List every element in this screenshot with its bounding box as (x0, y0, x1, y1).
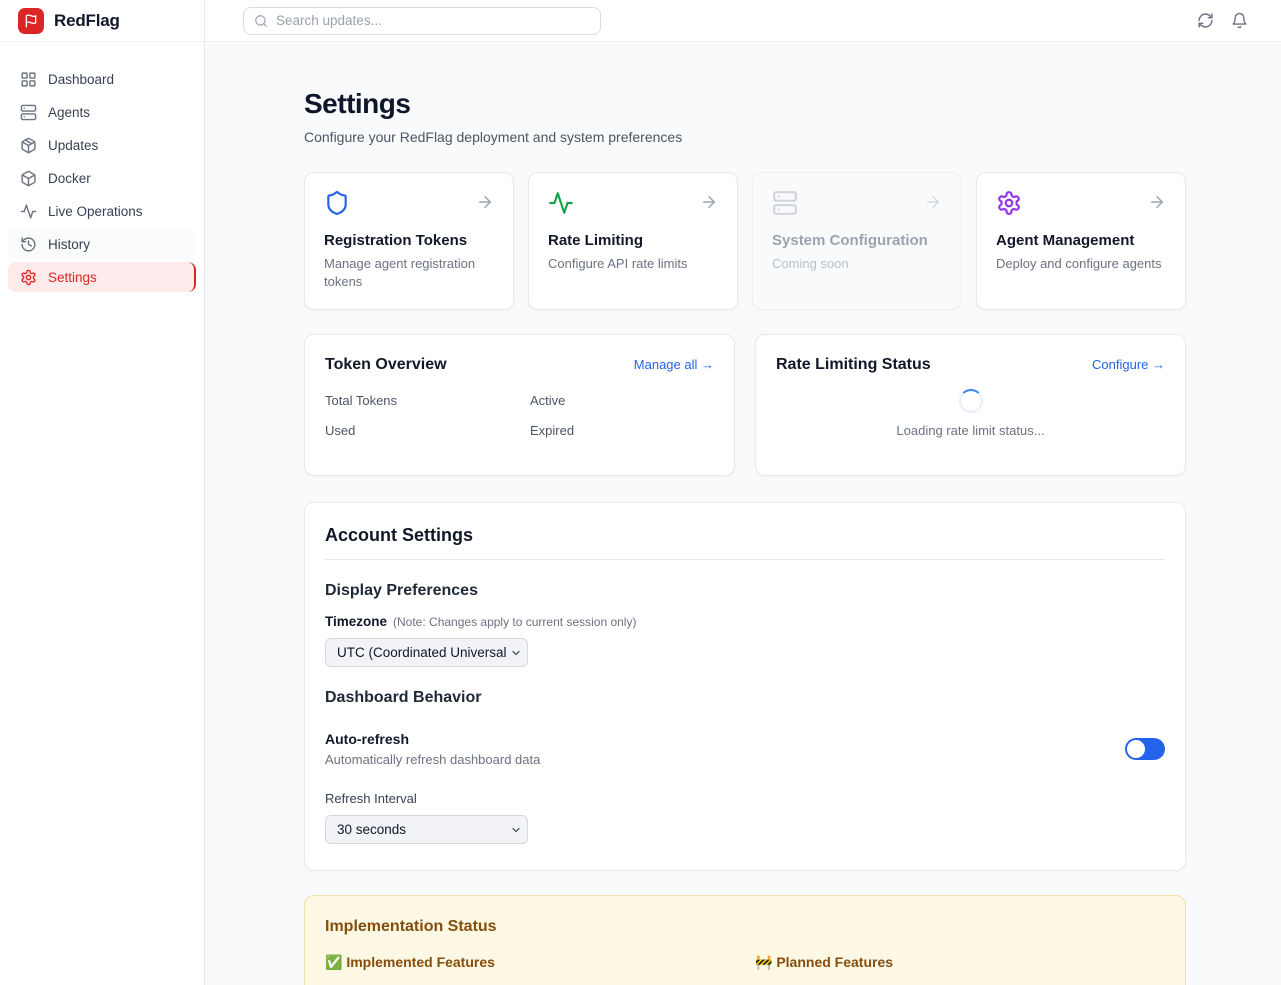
sidebar-item-agents[interactable]: Agents (8, 97, 196, 127)
account-settings-section: Account Settings Display Preferences Tim… (304, 502, 1186, 871)
page-subtitle: Configure your RedFlag deployment and sy… (304, 129, 1186, 145)
manage-all-link[interactable]: Manage all → (634, 357, 714, 372)
flag-icon (24, 14, 38, 28)
app-window: RedFlag Dashboard Agents Updates Docker … (0, 0, 1281, 985)
sidebar-item-label: Live Operations (48, 204, 143, 219)
brand: RedFlag (0, 0, 204, 42)
refresh-interval-select-wrap: 30 seconds (325, 815, 528, 844)
account-settings-title: Account Settings (325, 525, 1165, 560)
sidebar-item-updates[interactable]: Updates (8, 130, 196, 160)
arrow-right-icon (700, 190, 718, 211)
implemented-features-heading: ✅ Implemented Features (325, 954, 735, 971)
card-description: Coming soon (772, 255, 942, 273)
auto-refresh-label: Auto-refresh (325, 731, 540, 747)
sidebar-item-label: History (48, 237, 90, 252)
implementation-status-section: Implementation Status ✅ Implemented Feat… (304, 895, 1186, 985)
card-title: Registration Tokens (324, 232, 494, 249)
implementation-status-title: Implementation Status (325, 918, 1165, 936)
stat-label-used: Used (325, 423, 530, 438)
activity-icon (20, 203, 37, 220)
timezone-select[interactable]: UTC (Coordinated Universal Time) (325, 638, 528, 667)
bell-icon[interactable] (1231, 12, 1248, 29)
toggle-knob (1127, 740, 1145, 758)
sidebar-item-label: Settings (48, 270, 97, 285)
topbar (205, 0, 1281, 42)
box-icon (20, 170, 37, 187)
sidebar-item-docker[interactable]: Docker (8, 163, 196, 193)
card-description: Configure API rate limits (548, 255, 718, 273)
dashboard-behavior-title: Dashboard Behavior (325, 689, 1165, 707)
rate-limiting-status-panel: Rate Limiting Status Configure → Loading… (755, 334, 1186, 476)
package-icon (20, 137, 37, 154)
card-registration-tokens[interactable]: Registration Tokens Manage agent registr… (304, 172, 514, 310)
activity-icon (548, 190, 574, 216)
server-icon (772, 190, 798, 216)
gear-icon (20, 269, 37, 286)
settings-page: Settings Configure your RedFlag deployme… (205, 42, 1281, 985)
auto-refresh-toggle[interactable] (1125, 738, 1165, 760)
card-title: System Configuration (772, 232, 942, 249)
panel-title: Token Overview (325, 356, 447, 374)
main-area: Settings Configure your RedFlag deployme… (205, 0, 1281, 985)
server-icon (20, 104, 37, 121)
token-stats: Total Tokens Active Used Expired (325, 393, 714, 438)
sidebar: RedFlag Dashboard Agents Updates Docker … (0, 0, 205, 985)
search-icon (254, 14, 268, 28)
timezone-note: (Note: Changes apply to current session … (393, 615, 636, 629)
topbar-actions (1197, 12, 1248, 29)
refresh-icon[interactable] (1197, 12, 1214, 29)
history-icon (20, 236, 37, 253)
sidebar-item-label: Dashboard (48, 72, 114, 87)
card-description: Manage agent registration tokens (324, 255, 494, 290)
search-input[interactable] (276, 13, 590, 28)
page-title: Settings (304, 88, 1186, 120)
loading-text: Loading rate limit status... (896, 423, 1044, 438)
panel-title: Rate Limiting Status (776, 356, 931, 374)
token-overview-panel: Token Overview Manage all → Total Tokens… (304, 334, 735, 476)
display-preferences-title: Display Preferences (325, 582, 1165, 600)
sidebar-nav: Dashboard Agents Updates Docker Live Ope… (0, 42, 204, 292)
overview-panels: Token Overview Manage all → Total Tokens… (304, 334, 1186, 476)
planned-features-heading: 🚧 Planned Features (755, 954, 1165, 971)
quick-cards: Registration Tokens Manage agent registr… (304, 172, 1186, 310)
search-box[interactable] (243, 7, 601, 35)
refresh-interval-select[interactable]: 30 seconds (325, 815, 528, 844)
stat-label-total-tokens: Total Tokens (325, 393, 530, 408)
sidebar-item-label: Docker (48, 171, 91, 186)
arrow-right-icon (924, 190, 942, 211)
redflag-logo (18, 8, 44, 34)
planned-features-column: 🚧 Planned Features System configuration … (755, 954, 1165, 985)
card-rate-limiting[interactable]: Rate Limiting Configure API rate limits (528, 172, 738, 310)
configure-link[interactable]: Configure → (1092, 357, 1165, 372)
loading-spinner (959, 389, 983, 413)
timezone-label: Timezone (325, 614, 387, 629)
gear-icon (996, 190, 1022, 216)
arrow-right-icon (1148, 190, 1166, 211)
grid-icon (20, 71, 37, 88)
card-agent-management[interactable]: Agent Management Deploy and configure ag… (976, 172, 1186, 310)
card-system-configuration: System Configuration Coming soon (752, 172, 962, 310)
refresh-interval-label: Refresh Interval (325, 791, 1165, 806)
stat-label-active: Active (530, 393, 714, 408)
sidebar-item-history[interactable]: History (8, 229, 196, 259)
timezone-select-wrap: UTC (Coordinated Universal Time) (325, 638, 528, 667)
sidebar-item-settings[interactable]: Settings (8, 262, 196, 292)
arrow-right-icon (476, 190, 494, 211)
implemented-features-column: ✅ Implemented Features Registration toke… (325, 954, 735, 985)
card-title: Rate Limiting (548, 232, 718, 249)
brand-name: RedFlag (54, 11, 120, 31)
stat-label-expired: Expired (530, 423, 714, 438)
card-description: Deploy and configure agents (996, 255, 1166, 273)
sidebar-item-live-operations[interactable]: Live Operations (8, 196, 196, 226)
card-title: Agent Management (996, 232, 1166, 249)
sidebar-item-label: Agents (48, 105, 90, 120)
shield-icon (324, 190, 350, 216)
auto-refresh-description: Automatically refresh dashboard data (325, 752, 540, 767)
sidebar-item-label: Updates (48, 138, 98, 153)
sidebar-item-dashboard[interactable]: Dashboard (8, 64, 196, 94)
